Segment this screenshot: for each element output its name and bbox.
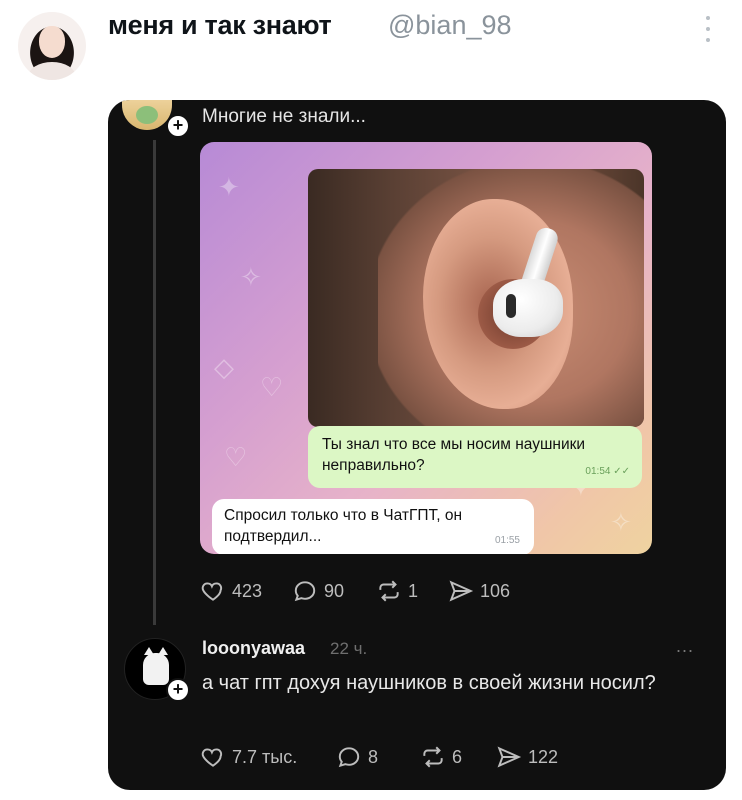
post-actions: 423 90 1 106 (200, 578, 510, 604)
share-count: 122 (528, 746, 559, 767)
repost-icon (379, 580, 399, 602)
plus-icon[interactable]: + (166, 114, 190, 138)
author-display-name[interactable]: меня и так знают (108, 10, 332, 41)
post-author-avatar[interactable] (122, 100, 172, 130)
heart-icon (201, 582, 223, 601)
reply-count: 8 (368, 746, 379, 767)
share-button[interactable]: 122 (496, 744, 558, 770)
heart-icon (201, 748, 223, 767)
heart-doodle-icon: ♡ (224, 442, 248, 472)
share-count: 106 (480, 580, 511, 601)
outgoing-message-time: 01:54 ✓✓ (585, 466, 630, 477)
incoming-message-time: 01:55 (494, 535, 520, 546)
comment-icon (338, 747, 360, 768)
reply-timestamp: 22 ч. (330, 639, 368, 658)
vertical-dots-icon[interactable] (700, 16, 716, 42)
embedded-post-card: + Многие не знали... ✦ ✧ ◇ ♡ ♡ ✦ ✧ Ты зн… (108, 100, 726, 790)
more-options-icon[interactable]: ... (676, 636, 694, 657)
share-button[interactable]: 106 (448, 578, 510, 604)
star-doodle-icon: ✦ (218, 172, 240, 202)
outgoing-message-text: Ты знал что все мы носим наушники неправ… (322, 436, 586, 474)
cat-ghost-icon (143, 647, 169, 685)
reply-button[interactable]: 90 (292, 578, 376, 604)
diamond-doodle-icon: ◇ (214, 352, 234, 382)
author-avatar[interactable] (18, 12, 86, 80)
repost-button[interactable]: 1 (376, 578, 448, 604)
repost-icon (423, 746, 443, 768)
comment-icon (294, 581, 316, 602)
heart-doodle-icon: ♡ (260, 372, 284, 402)
avatar-face (39, 26, 65, 58)
incoming-message-text: Спросил только что в ЧатГПТ, он подтверд… (224, 507, 463, 545)
star-doodle-icon: ✧ (240, 262, 262, 292)
reply-text: а чат гпт дохуя наушников в своей жизни … (202, 672, 656, 694)
ear-photo (308, 169, 644, 427)
reply-actions: 7.7 тыс. 8 6 122 (200, 744, 558, 770)
thread-connector-line (153, 140, 156, 625)
reply-username[interactable]: looonyawaa (202, 638, 305, 659)
repost-count: 1 (408, 580, 419, 601)
outgoing-message-bubble: Ты знал что все мы носим наушники неправ… (308, 426, 642, 488)
star-doodle-icon: ✧ (610, 507, 632, 537)
send-icon (449, 580, 474, 602)
send-icon (497, 746, 522, 768)
chat-screenshot-image[interactable]: ✦ ✧ ◇ ♡ ♡ ✦ ✧ Ты знал что все мы носим н… (200, 142, 652, 554)
author-handle[interactable]: @bian_98 (388, 10, 512, 41)
like-button[interactable]: 7.7 тыс. (200, 744, 336, 770)
post-text: Многие не знали... (202, 106, 366, 127)
avatar-shoulders (28, 62, 76, 80)
reply-count: 90 (324, 580, 345, 601)
earbud-body (493, 279, 563, 337)
like-button[interactable]: 423 (200, 578, 292, 604)
like-count: 423 (232, 580, 263, 601)
incoming-message-bubble: Спросил только что в ЧатГПТ, он подтверд… (212, 499, 534, 554)
repost-count: 6 (452, 746, 463, 767)
plus-icon[interactable]: + (166, 678, 190, 702)
repost-button[interactable]: 6 (420, 744, 496, 770)
like-count: 7.7 тыс. (232, 746, 298, 767)
reply-button[interactable]: 8 (336, 744, 420, 770)
